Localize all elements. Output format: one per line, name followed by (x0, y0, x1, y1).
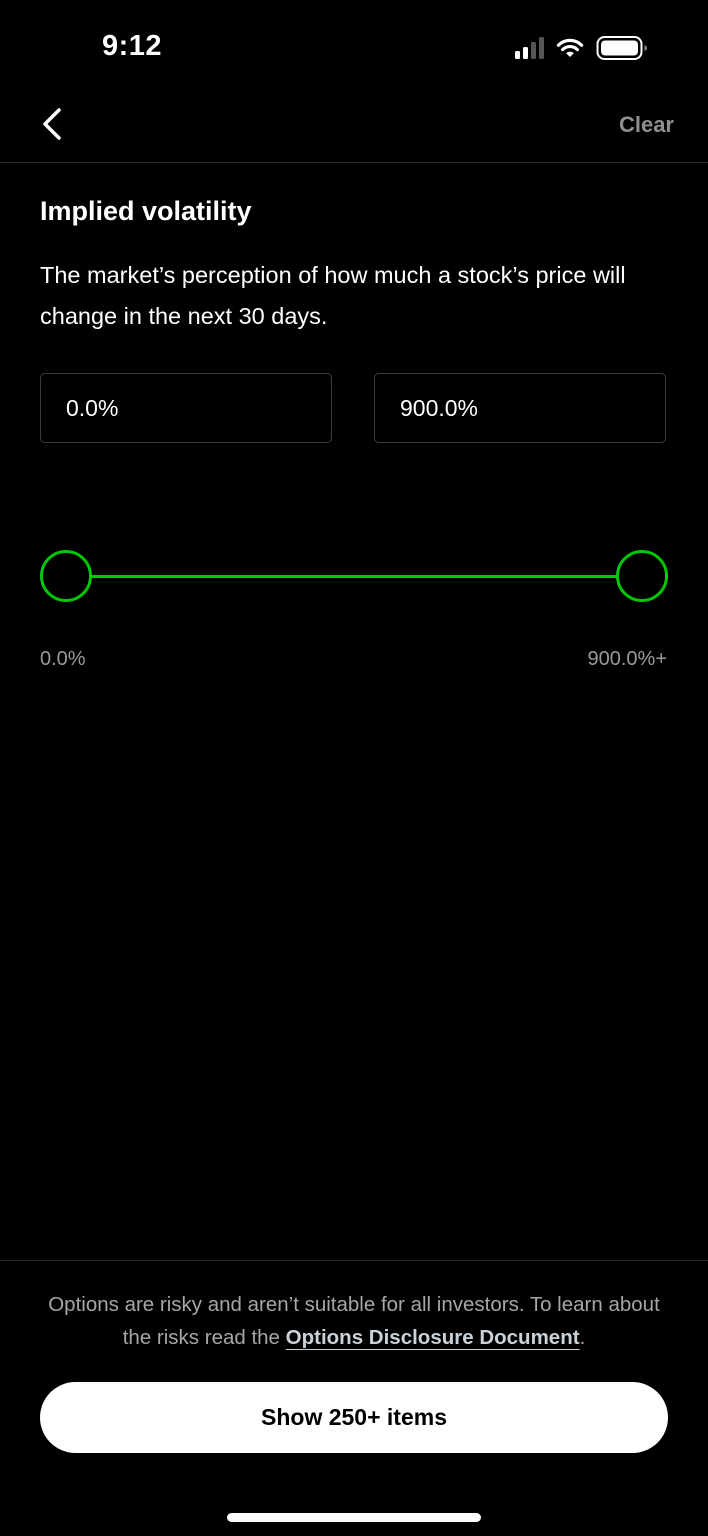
status-bar-time: 9:12 (102, 30, 163, 62)
show-items-button[interactable]: Show 250+ items (40, 1382, 668, 1453)
max-value-input[interactable]: 900.0% (374, 373, 666, 443)
navigation-header: Clear (0, 90, 708, 163)
slider-selected-track (66, 575, 642, 578)
slider-min-thumb[interactable] (40, 550, 92, 602)
battery-icon (596, 36, 647, 60)
home-indicator (227, 1513, 481, 1522)
disclaimer-period: . (579, 1326, 586, 1349)
slider-max-label: 900.0%+ (587, 648, 667, 670)
cellular-signal-icon (515, 37, 544, 59)
slider-min-label: 0.0% (40, 648, 86, 670)
clear-button[interactable]: Clear (619, 112, 674, 138)
filter-title: Implied volatility (40, 196, 252, 226)
status-bar-icons (515, 34, 648, 62)
chevron-left-icon (43, 108, 61, 140)
show-items-button-label: Show 250+ items (261, 1404, 447, 1430)
options-risk-disclaimer: Options are risky and aren’t suitable fo… (40, 1288, 668, 1354)
filter-description: The market’s perception of how much a st… (40, 262, 626, 329)
footer-divider (0, 1260, 708, 1261)
options-disclosure-link[interactable]: Options Disclosure Document (286, 1326, 580, 1349)
wifi-icon (556, 38, 584, 57)
slider-max-thumb[interactable] (616, 550, 668, 602)
range-slider[interactable] (40, 550, 668, 602)
min-value-input[interactable]: 0.0% (40, 373, 332, 443)
back-button[interactable] (30, 102, 74, 146)
